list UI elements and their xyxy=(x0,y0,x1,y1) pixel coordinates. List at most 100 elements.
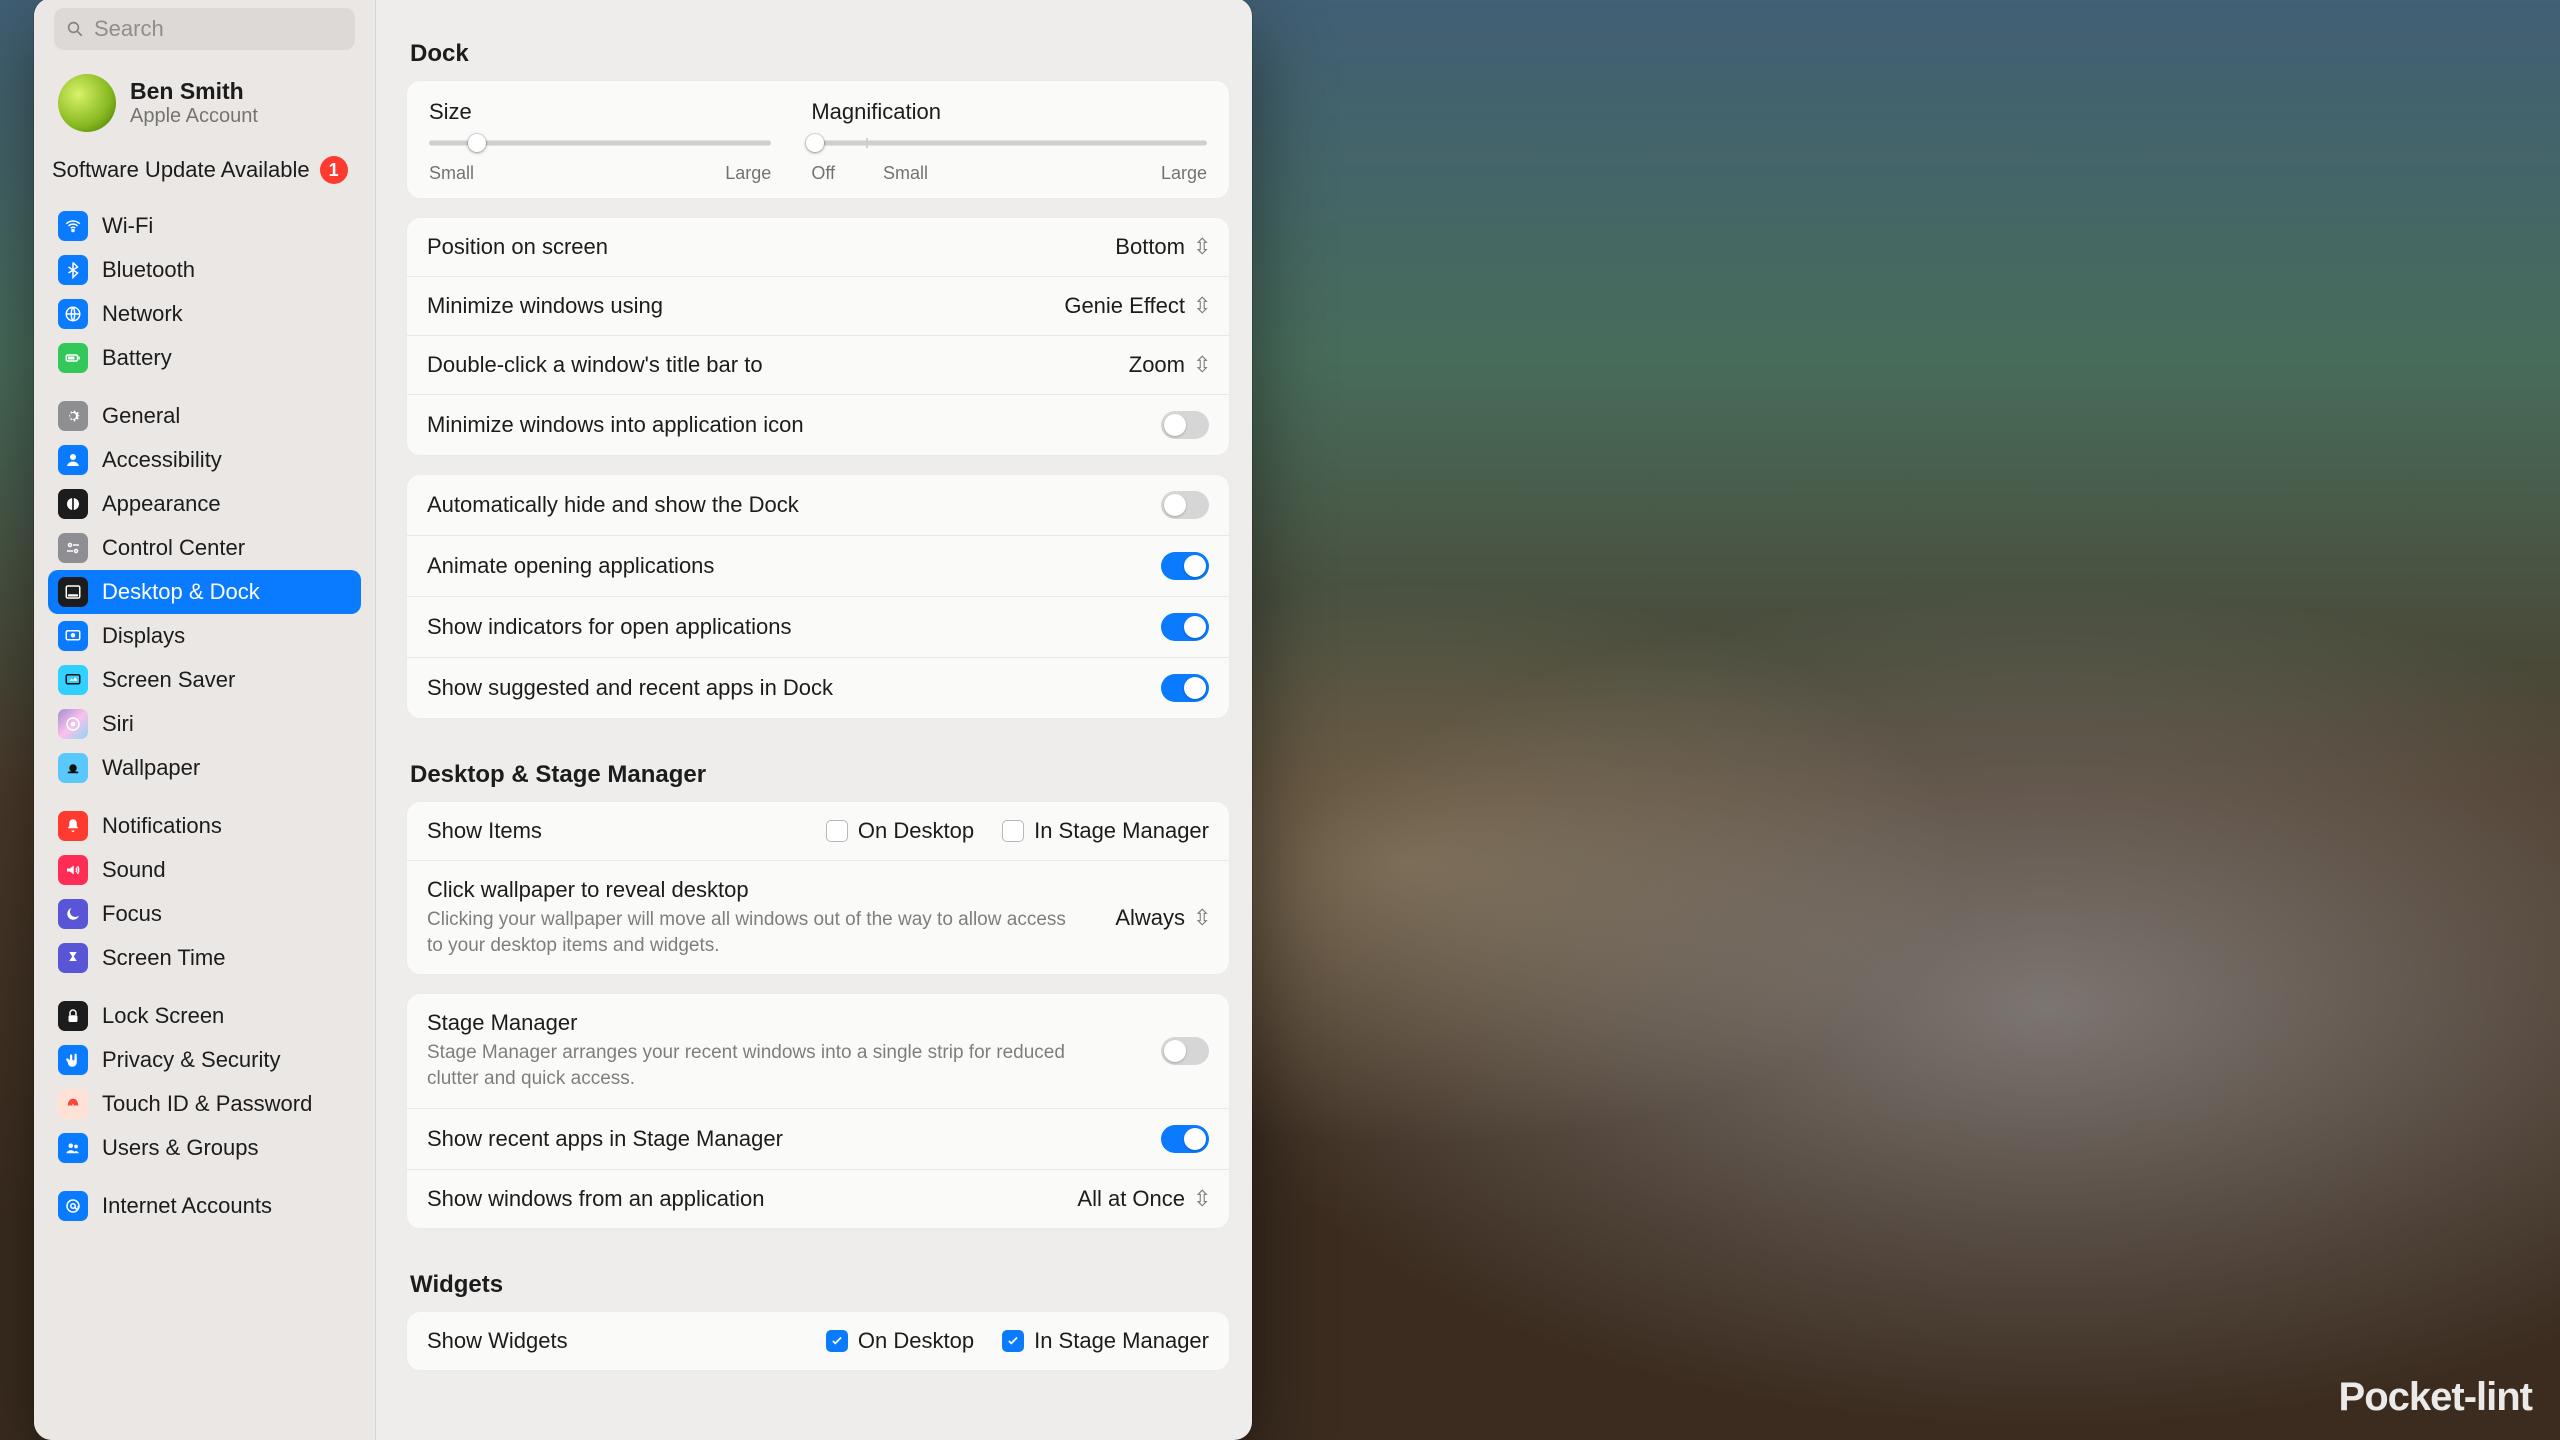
content-pane: Dock Size Small Large Magnification xyxy=(376,0,1252,1440)
sidebar-item-notifications[interactable]: Notifications xyxy=(48,804,361,848)
widgets-section-title: Widgets xyxy=(410,1271,1230,1299)
sidebar-item-label: Bluetooth xyxy=(102,257,195,283)
watermark-text: Pocket-lint xyxy=(2339,1375,2532,1420)
suggested-toggle[interactable] xyxy=(1161,674,1209,702)
sidebar-item-users[interactable]: Users & Groups xyxy=(48,1126,361,1170)
sidebar-item-displays[interactable]: Displays xyxy=(48,614,361,658)
sidebar-item-label: Siri xyxy=(102,711,134,737)
sidebar-item-general[interactable]: General xyxy=(48,394,361,438)
minimize-into-icon-toggle[interactable] xyxy=(1161,411,1209,439)
sidebar-item-label: Focus xyxy=(102,901,162,927)
sidebar-item-label: Screen Time xyxy=(102,945,226,971)
sidebar-item-label: Users & Groups xyxy=(102,1135,259,1161)
magnification-slider[interactable] xyxy=(811,133,1207,153)
sidebar-item-battery[interactable]: Battery xyxy=(48,336,361,380)
animate-toggle[interactable] xyxy=(1161,552,1209,580)
show-items-stage[interactable]: In Stage Manager xyxy=(1002,818,1209,844)
show-from-app-row[interactable]: Show windows from an application All at … xyxy=(407,1169,1229,1228)
sidebar-item-label: Wi-Fi xyxy=(102,213,153,239)
internet-accts-icon xyxy=(58,1191,88,1221)
software-update-row[interactable]: Software Update Available 1 xyxy=(48,146,361,202)
minimize-label: Minimize windows using xyxy=(427,293,663,319)
show-widgets-desktop[interactable]: On Desktop xyxy=(826,1328,974,1354)
show-items-label: Show Items xyxy=(427,818,542,844)
account-sub: Apple Account xyxy=(130,105,258,128)
sidebar-item-label: Network xyxy=(102,301,183,327)
indicators-toggle[interactable] xyxy=(1161,613,1209,641)
search-icon xyxy=(66,20,84,38)
sidebar-item-label: Internet Accounts xyxy=(102,1193,272,1219)
sound-icon xyxy=(58,855,88,885)
sidebar-item-label: Screen Saver xyxy=(102,667,235,693)
show-from-app-popup[interactable]: All at Once⇳ xyxy=(1077,1186,1209,1212)
dock-options-card-2: Automatically hide and show the Dock Ani… xyxy=(406,474,1230,719)
checkbox-icon[interactable] xyxy=(1002,1330,1024,1352)
reveal-popup[interactable]: Always⇳ xyxy=(1115,905,1209,931)
stage-manager-row: Stage Manager Stage Manager arranges you… xyxy=(407,994,1229,1107)
sidebar-item-control-center[interactable]: Control Center xyxy=(48,526,361,570)
recent-stage-label: Show recent apps in Stage Manager xyxy=(427,1126,783,1152)
animate-row: Animate opening applications xyxy=(407,535,1229,596)
account-name: Ben Smith xyxy=(130,78,258,106)
show-items-row: Show Items On Desktop In Stage Manager xyxy=(407,802,1229,860)
avatar xyxy=(58,74,116,132)
sidebar-item-siri[interactable]: Siri xyxy=(48,702,361,746)
search-input[interactable] xyxy=(54,8,355,50)
sidebar-item-label: Touch ID & Password xyxy=(102,1091,312,1117)
sidebar-item-wallpaper[interactable]: Wallpaper xyxy=(48,746,361,790)
sidebar-item-label: Lock Screen xyxy=(102,1003,224,1029)
battery-icon xyxy=(58,343,88,373)
size-slider[interactable] xyxy=(429,133,771,153)
magnification-slider-thumb[interactable] xyxy=(806,134,824,152)
position-popup[interactable]: Bottom⇳ xyxy=(1115,234,1209,260)
sidebar-item-privacy[interactable]: Privacy & Security xyxy=(48,1038,361,1082)
dblclick-row[interactable]: Double-click a window's title bar to Zoo… xyxy=(407,335,1229,394)
minimize-into-icon-label: Minimize windows into application icon xyxy=(427,412,804,438)
sidebar-item-accessibility[interactable]: Accessibility xyxy=(48,438,361,482)
desktop-dock-icon xyxy=(58,577,88,607)
sidebar-nav: Wi-Fi Bluetooth Network Battery GeneralAcces… xyxy=(48,202,361,1244)
sidebar-item-focus[interactable]: Focus xyxy=(48,892,361,936)
update-badge: 1 xyxy=(320,156,348,184)
sidebar-item-label: Battery xyxy=(102,345,172,371)
sidebar-item-screen-time[interactable]: Screen Time xyxy=(48,936,361,980)
sidebar-item-sound[interactable]: Sound xyxy=(48,848,361,892)
sidebar-item-internet-accts[interactable]: Internet Accounts xyxy=(48,1184,361,1228)
notifications-icon xyxy=(58,811,88,841)
sidebar-item-label: Desktop & Dock xyxy=(102,579,260,605)
show-widgets-stage[interactable]: In Stage Manager xyxy=(1002,1328,1209,1354)
show-items-desktop[interactable]: On Desktop xyxy=(826,818,974,844)
magnification-max: Large xyxy=(1161,163,1207,184)
sidebar-item-desktop-dock[interactable]: Desktop & Dock xyxy=(48,570,361,614)
reveal-label: Click wallpaper to reveal desktop xyxy=(427,877,1067,903)
privacy-icon xyxy=(58,1045,88,1075)
minimize-row[interactable]: Minimize windows using Genie Effect⇳ xyxy=(407,276,1229,335)
sidebar-item-lock-screen[interactable]: Lock Screen xyxy=(48,994,361,1038)
general-icon xyxy=(58,401,88,431)
sidebar-item-network[interactable]: Network xyxy=(48,292,361,336)
size-slider-thumb[interactable] xyxy=(468,134,486,152)
sidebar-item-label: Privacy & Security xyxy=(102,1047,281,1073)
checkbox-icon[interactable] xyxy=(1002,820,1024,842)
autohide-toggle[interactable] xyxy=(1161,491,1209,519)
sidebar-item-wifi[interactable]: Wi-Fi xyxy=(48,204,361,248)
sidebar-item-screen-saver[interactable]: Screen Saver xyxy=(48,658,361,702)
sidebar-item-bluetooth[interactable]: Bluetooth xyxy=(48,248,361,292)
stage-manager-sub: Stage Manager arranges your recent windo… xyxy=(427,1040,1067,1091)
stage-manager-toggle[interactable] xyxy=(1161,1037,1209,1065)
updown-icon: ⇳ xyxy=(1193,1186,1209,1212)
position-row[interactable]: Position on screen Bottom⇳ xyxy=(407,218,1229,276)
show-items-card: Show Items On Desktop In Stage Manager C… xyxy=(406,801,1230,975)
dblclick-popup[interactable]: Zoom⇳ xyxy=(1129,352,1209,378)
dock-sliders-card: Size Small Large Magnification xyxy=(406,80,1230,199)
recent-stage-toggle[interactable] xyxy=(1161,1125,1209,1153)
sidebar-item-appearance[interactable]: Appearance xyxy=(48,482,361,526)
minimize-popup[interactable]: Genie Effect⇳ xyxy=(1064,293,1209,319)
apple-account-row[interactable]: Ben Smith Apple Account xyxy=(48,66,361,146)
checkbox-icon[interactable] xyxy=(826,820,848,842)
sidebar-item-label: Displays xyxy=(102,623,185,649)
sidebar-item-touchid[interactable]: Touch ID & Password xyxy=(48,1082,361,1126)
widgets-card: Show Widgets On Desktop In Stage Manager xyxy=(406,1311,1230,1371)
checkbox-icon[interactable] xyxy=(826,1330,848,1352)
show-widgets-label: Show Widgets xyxy=(427,1328,568,1354)
